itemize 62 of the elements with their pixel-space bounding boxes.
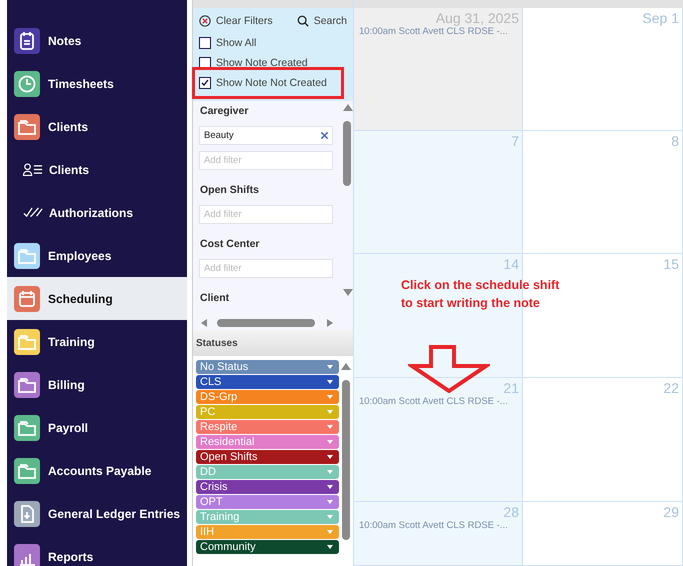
nav-item[interactable]: Clients <box>7 105 187 148</box>
caret-icon <box>327 485 333 489</box>
status-tag[interactable]: Open Shifts <box>196 450 339 464</box>
day-number: Sep 1 <box>642 10 679 26</box>
day-number: 22 <box>663 380 679 396</box>
search-icon <box>296 15 309 27</box>
day-number: 29 <box>663 504 679 520</box>
nav-item[interactable]: Training <box>7 320 187 363</box>
caret-icon <box>327 425 333 429</box>
filter-checkbox[interactable]: Show Note Created <box>199 55 308 70</box>
add-filter-field[interactable]: Add filter <box>199 151 333 170</box>
checkbox[interactable] <box>199 56 211 68</box>
checkbox[interactable] <box>199 76 211 88</box>
filter-group-title: Cost Center <box>200 238 261 250</box>
filter-checkbox[interactable]: Show All <box>199 35 256 50</box>
caret-icon <box>327 455 333 459</box>
filter-value-field[interactable]: Beauty <box>199 126 333 145</box>
caret-icon <box>327 410 333 414</box>
nav-item[interactable]: Reports <box>7 535 187 566</box>
day-number: 21 <box>503 380 519 396</box>
person-list-icon <box>23 163 43 176</box>
caret-icon <box>327 365 333 369</box>
add-filter-field[interactable]: Add filter <box>199 259 333 278</box>
filter-group-title: Open Shifts <box>200 184 260 196</box>
status-tag[interactable]: Crisis <box>196 480 339 494</box>
section-title: Statuses <box>196 338 238 348</box>
nav-item[interactable]: Scheduling <box>7 277 187 320</box>
remove-icon[interactable] <box>320 131 329 140</box>
filter-checkbox[interactable]: Show Note Not Created <box>199 75 327 90</box>
filter-group-title: Client <box>200 292 230 304</box>
clear-filters-button[interactable]: Clear Filters <box>199 15 273 27</box>
day-number: 8 <box>671 133 679 149</box>
nav-item[interactable]: Notes <box>7 19 187 62</box>
caret-icon <box>327 545 333 549</box>
nav-item[interactable]: Payroll <box>7 406 187 449</box>
day-number: 14 <box>503 256 519 272</box>
search-button[interactable]: Search <box>296 15 347 27</box>
day-number: 7 <box>511 133 519 149</box>
day-number: 15 <box>663 256 679 272</box>
annotation-text: Click on the schedule shift to start writing the note <box>401 277 560 312</box>
caret-icon <box>327 440 333 444</box>
caret-icon <box>327 380 333 384</box>
down-arrow-icon <box>408 345 490 393</box>
nav-item[interactable]: Authorizations <box>7 191 187 234</box>
nav-item[interactable]: Billing <box>7 363 187 406</box>
nav-item[interactable]: General Ledger Entries <box>7 492 187 535</box>
nav-item[interactable]: Accounts Payable <box>7 449 187 492</box>
caret-icon <box>327 530 333 534</box>
caret-icon <box>327 470 333 474</box>
filter-group-title: Caregiver <box>200 105 250 117</box>
nav-item[interactable]: Clients <box>7 148 187 191</box>
clear-icon <box>199 15 211 27</box>
checkbox[interactable] <box>199 36 211 48</box>
status-tag[interactable]: CLS <box>196 375 339 389</box>
nav-item[interactable]: Timesheets <box>7 62 187 105</box>
day-number: 28 <box>503 504 519 520</box>
caret-icon <box>327 395 333 399</box>
caret-icon <box>327 515 333 519</box>
add-filter-field[interactable]: Add filter <box>199 205 333 224</box>
status-tag[interactable]: Community <box>196 540 339 554</box>
caret-icon <box>327 500 333 504</box>
nav-item[interactable]: Employees <box>7 234 187 277</box>
